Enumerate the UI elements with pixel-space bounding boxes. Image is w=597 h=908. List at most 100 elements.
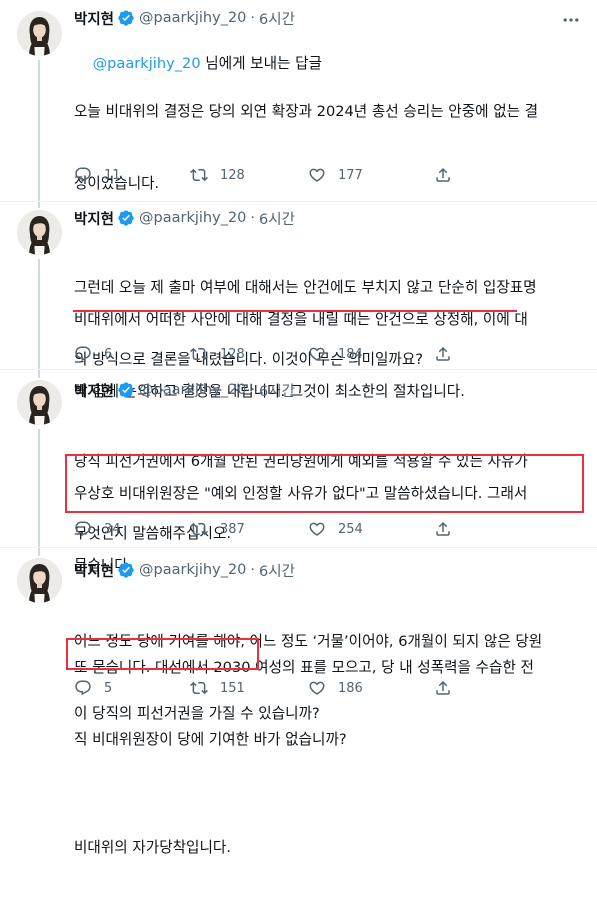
reply-count: 6: [104, 346, 113, 362]
like-button[interactable]: 177: [308, 166, 363, 184]
verified-badge-icon: [118, 562, 134, 578]
profile-photo-icon: [17, 380, 62, 425]
action-bar: 11 128 177: [74, 166, 584, 186]
retweet-icon: [190, 347, 208, 361]
like-count: 177: [338, 167, 363, 183]
thread-connector: [38, 202, 40, 208]
timestamp[interactable]: 6시간: [259, 560, 295, 581]
like-icon: [309, 522, 325, 536]
action-bar: 5 151 186: [74, 679, 584, 699]
tweet-line: 그런데 오늘 제 출마 여부에 대해서는 안건에도 부치지 않고 단순히 입장표…: [74, 279, 537, 296]
avatar[interactable]: [17, 11, 62, 56]
like-count: 186: [338, 680, 363, 696]
like-icon: [309, 168, 325, 182]
profile-photo-icon: [17, 11, 62, 56]
share-button[interactable]: [434, 166, 452, 184]
tweet-header: 박지현 @paarkjihy_20 · 6시간: [74, 560, 295, 580]
like-count: 254: [338, 521, 363, 537]
reply-button[interactable]: 34: [74, 520, 121, 538]
reply-icon: [75, 680, 91, 696]
tweet-text: 어느 정도 당에 기여를 해야, 어느 정도 ‘거물’이어야, 6개월이 되지 …: [74, 582, 584, 908]
thread-connector: [38, 429, 40, 548]
action-bar: 6 128 184: [74, 345, 584, 365]
user-handle[interactable]: @paarkjihy_20: [139, 10, 246, 26]
reply-count: 11: [104, 167, 121, 183]
user-handle[interactable]: @paarkjihy_20: [139, 562, 246, 578]
verified-badge-icon: [118, 382, 134, 398]
reply-button[interactable]: 11: [74, 166, 121, 184]
reply-icon: [75, 346, 91, 362]
timestamp[interactable]: 6시간: [259, 208, 295, 229]
retweet-icon: [190, 522, 208, 536]
display-name[interactable]: 박지현: [74, 380, 114, 401]
thread-connector: [38, 548, 40, 556]
avatar[interactable]: [17, 210, 62, 255]
display-name[interactable]: 박지현: [74, 208, 114, 229]
avatar[interactable]: [17, 558, 62, 603]
like-icon: [309, 681, 325, 695]
highlight-underline: [73, 310, 517, 312]
reply-icon: [75, 521, 91, 537]
retweet-count: 128: [220, 346, 245, 362]
reply-count: 34: [104, 521, 121, 537]
profile-photo-icon: [17, 558, 62, 603]
highlight-box: [66, 638, 259, 670]
user-handle[interactable]: @paarkjihy_20: [139, 382, 246, 398]
action-bar: 34 387 254: [74, 520, 584, 540]
retweet-button[interactable]: 128: [190, 345, 245, 363]
separator-dot: ·: [250, 210, 256, 226]
thread-connector: [38, 259, 40, 370]
tweet-line: 비대위의 자가당착입니다.: [74, 839, 231, 856]
display-name[interactable]: 박지현: [74, 8, 114, 29]
retweet-button[interactable]: 151: [190, 679, 245, 697]
more-icon[interactable]: [561, 10, 581, 30]
tweet-line: 이 당직의 피선거권을 가질 수 있습니까?: [74, 705, 320, 722]
highlight-box: [65, 454, 584, 513]
reply-button[interactable]: 6: [74, 345, 112, 363]
tweet-4[interactable]: 박지현 @paarkjihy_20 · 6시간 어느 정도 당에 기여를 해야,…: [0, 548, 597, 856]
tweet-header: 박지현 @paarkjihy_20 · 6시간: [74, 208, 295, 228]
share-icon: [436, 346, 450, 361]
timestamp[interactable]: 6시간: [259, 380, 295, 401]
timestamp[interactable]: 6시간: [259, 8, 295, 29]
retweet-button[interactable]: 128: [190, 166, 245, 184]
tweet-3[interactable]: 박지현 @paarkjihy_20 · 6시간 당직 피선거권에서 6개월 안된…: [0, 370, 597, 748]
retweet-icon: [190, 681, 208, 695]
retweet-count: 387: [220, 521, 245, 537]
separator-dot: ·: [250, 382, 256, 398]
retweet-icon: [190, 168, 208, 182]
tweet-header: 박지현 @paarkjihy_20 · 6시간: [74, 380, 295, 400]
tweet-header: 박지현 @paarkjihy_20 · 6시간: [74, 8, 295, 28]
retweet-count: 151: [220, 680, 245, 696]
verified-badge-icon: [118, 10, 134, 26]
reply-count: 5: [104, 680, 113, 696]
separator-dot: ·: [250, 562, 256, 578]
retweet-count: 128: [220, 167, 245, 183]
like-button[interactable]: 254: [308, 520, 363, 538]
display-name[interactable]: 박지현: [74, 560, 114, 581]
share-icon: [436, 521, 450, 536]
tweet-2[interactable]: 박지현 @paarkjihy_20 · 6시간 그런데 오늘 제 출마 여부에 …: [0, 202, 597, 574]
like-icon: [309, 347, 325, 361]
tweet-line: 오늘 비대위의 결정은 당의 외연 확장과 2024년 총선 승리는 안중에 없…: [74, 103, 539, 120]
share-button[interactable]: [434, 679, 452, 697]
share-icon: [436, 167, 450, 182]
like-button[interactable]: 186: [308, 679, 363, 697]
reply-button[interactable]: 5: [74, 679, 112, 697]
share-button[interactable]: [434, 345, 452, 363]
separator-dot: ·: [250, 10, 256, 26]
share-button[interactable]: [434, 520, 452, 538]
thread-connector: [38, 370, 40, 378]
user-handle[interactable]: @paarkjihy_20: [139, 210, 246, 226]
tweet-1[interactable]: 박지현 @paarkjihy_20 · 6시간 @paarkjihy_20 님에…: [0, 0, 597, 400]
share-icon: [436, 680, 450, 695]
like-button[interactable]: 184: [308, 345, 363, 363]
avatar[interactable]: [17, 380, 62, 425]
verified-badge-icon: [118, 210, 134, 226]
retweet-button[interactable]: 387: [190, 520, 245, 538]
reply-icon: [75, 167, 91, 183]
thread-connector: [38, 60, 40, 202]
profile-photo-icon: [17, 210, 62, 255]
like-count: 184: [338, 346, 363, 362]
